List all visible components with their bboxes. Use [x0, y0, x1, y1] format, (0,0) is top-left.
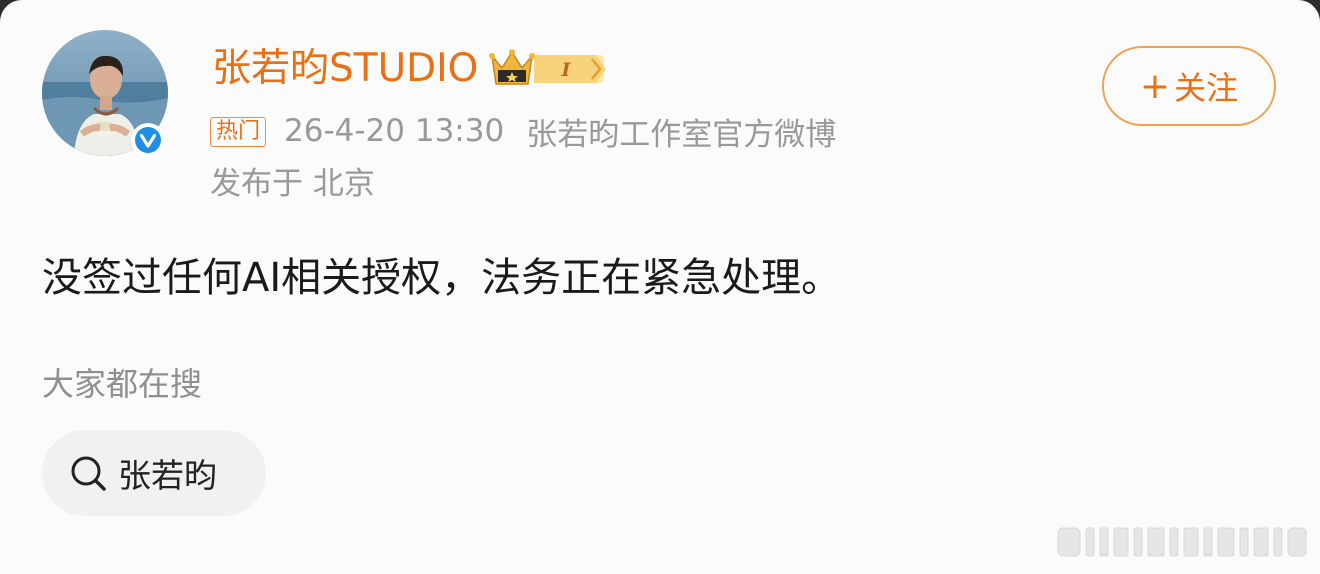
post-meta: 热门 26-4-20 13:30 张若昀工作室官方微博: [210, 109, 836, 154]
hot-tag: 热门: [210, 117, 267, 147]
verified-icon: [131, 123, 165, 157]
search-chip-label: 张若昀: [118, 456, 217, 495]
post-body-text: 没签过任何AI相关授权，法务正在紧急处理。: [42, 255, 842, 301]
vip-crown-icon[interactable]: I: [488, 46, 610, 92]
plus-icon: +: [1139, 65, 1171, 107]
trending-search-heading: 大家都在搜: [42, 365, 203, 403]
post-time: 26-4-20 13:30: [284, 113, 505, 149]
follow-button[interactable]: + 关注: [1102, 46, 1276, 126]
author-name[interactable]: 张若昀STUDIO: [212, 44, 478, 94]
search-icon: [71, 456, 106, 491]
weibo-post-card: 张若昀STUDIO I 热门 26-4-20 13:30 张若昀工作室官方微博 …: [0, 0, 1320, 574]
follow-label: 关注: [1174, 69, 1239, 107]
vip-level-label: I: [561, 59, 572, 81]
author-row: 张若昀STUDIO I: [212, 44, 610, 94]
post-location: 发布于 北京: [210, 166, 375, 202]
search-suggestion-chip[interactable]: 张若昀: [42, 430, 266, 516]
watermark-icon: [1057, 527, 1307, 557]
post-source[interactable]: 张若昀工作室官方微博: [526, 109, 836, 154]
